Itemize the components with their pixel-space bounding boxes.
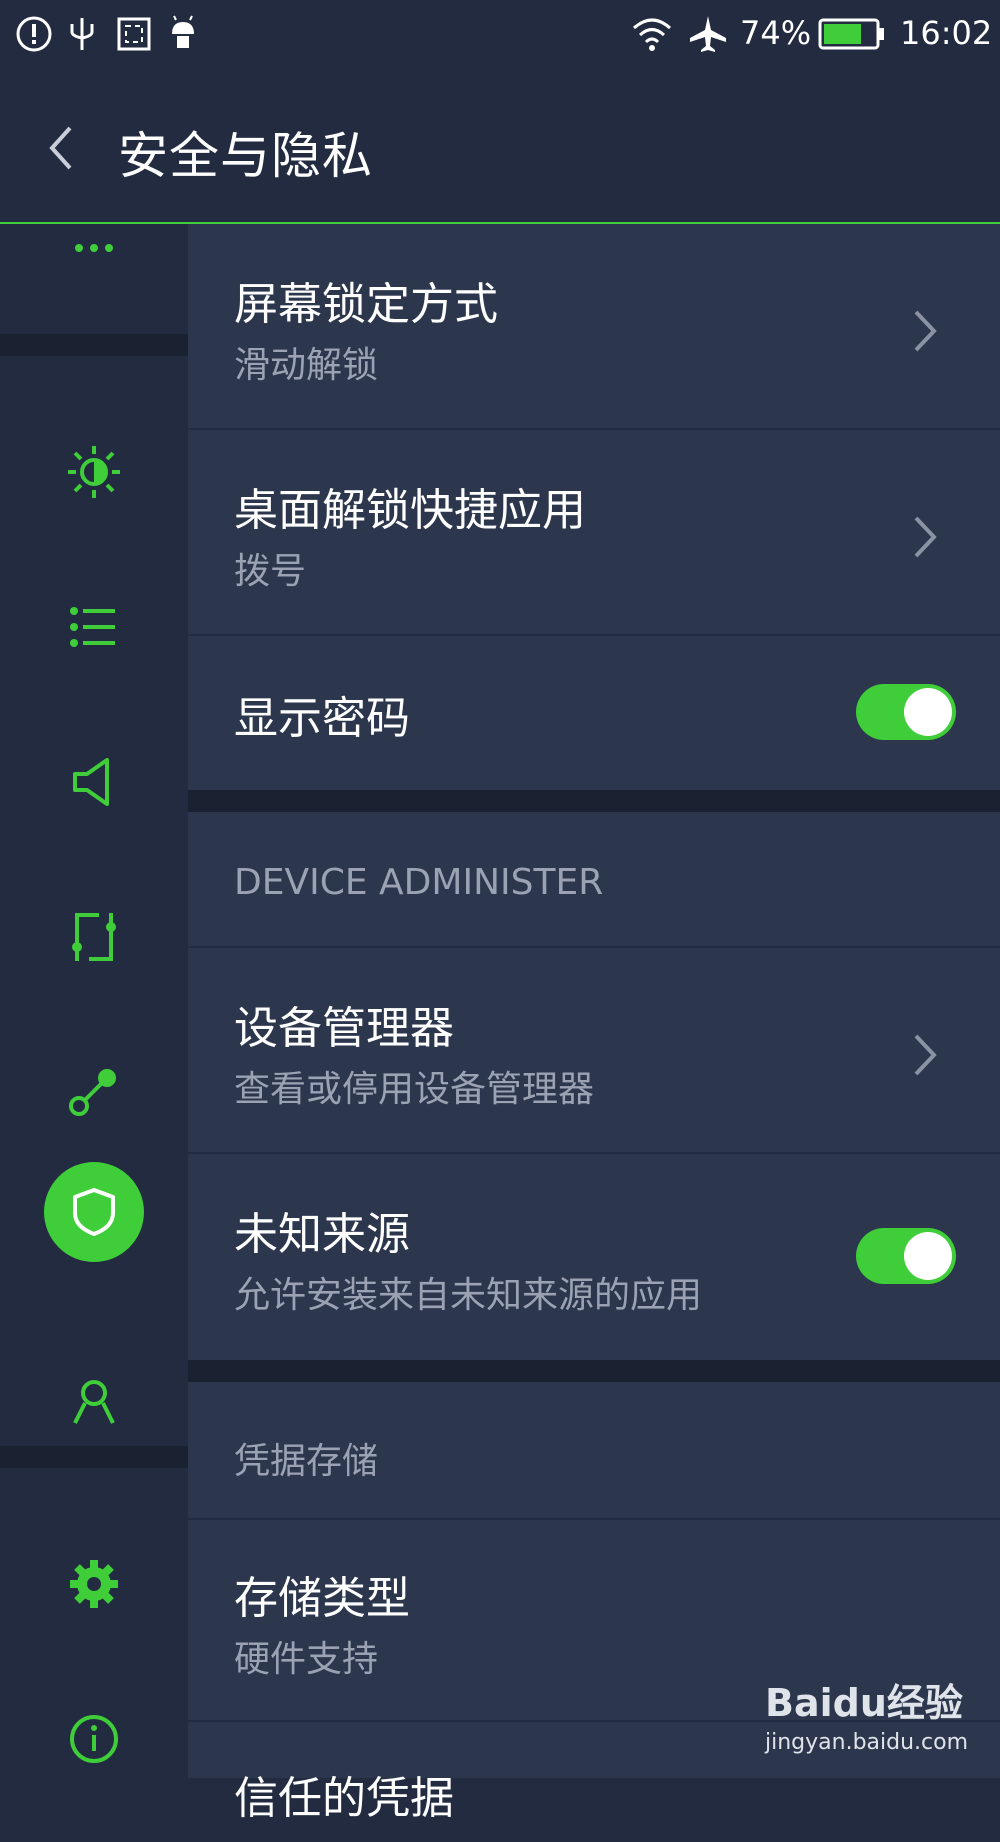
row-value: 拨号 [234, 551, 307, 592]
unknown-sources-toggle[interactable] [856, 1228, 956, 1284]
sidebar-divider [0, 334, 188, 356]
row-title: 显示密码 [234, 693, 410, 744]
settings-list: 屏幕锁定方式 滑动解锁 桌面解锁快捷应用 拨号 显示密码 DEVICE ADMI… [188, 224, 1000, 1824]
section-gap [188, 790, 1000, 812]
row-value: 滑动解锁 [234, 345, 379, 386]
clock: 16:02 [900, 14, 993, 52]
sidebar-item-about[interactable] [54, 1699, 134, 1779]
row-title: 存储类型 [234, 1573, 410, 1624]
sidebar-item-account[interactable] [54, 1362, 134, 1442]
android-debug-icon [172, 15, 194, 48]
baidu-jingyan-watermark: Baidu经验 jingyan.baidu.com [765, 1672, 969, 1762]
row-title: 信任的凭据 [234, 1773, 454, 1824]
sidebar-item-settings[interactable] [54, 1544, 134, 1624]
desktop-unlock-app-row[interactable]: 桌面解锁快捷应用 拨号 [188, 430, 1000, 636]
toggle-knob [904, 688, 952, 736]
row-title: 设备管理器 [234, 1003, 454, 1054]
sidebar-item-notifications[interactable] [54, 587, 134, 667]
usb-icon [70, 18, 94, 50]
chevron-right-icon [914, 1034, 937, 1076]
sidebar-item-sound[interactable] [54, 742, 134, 822]
wifi-icon [633, 18, 671, 51]
notification-list-icon [70, 607, 115, 647]
account-icon [73, 1380, 115, 1424]
back-arrow-icon[interactable] [40, 122, 84, 174]
row-title: 桌面解锁快捷应用 [234, 485, 586, 536]
shield-icon [73, 1188, 115, 1236]
device-manager-row[interactable]: 设备管理器 查看或停用设备管理器 [188, 948, 1000, 1154]
row-value: 硬件支持 [234, 1639, 379, 1680]
row-value: 查看或停用设备管理器 [234, 1069, 595, 1110]
section-gap [188, 1360, 1000, 1382]
screen-lock-row[interactable]: 屏幕锁定方式 滑动解锁 [188, 224, 1000, 430]
watermark-url: jingyan.baidu.com [765, 1730, 969, 1755]
sidebar-item-connection[interactable] [54, 1052, 134, 1132]
row-title: 未知来源 [234, 1209, 410, 1260]
gesture-icon [72, 911, 116, 963]
unknown-sources-row[interactable]: 未知来源 允许安装来自未知来源的应用 [188, 1154, 1000, 1360]
section-title: 凭据存储 [234, 1441, 379, 1482]
alert-icon [16, 16, 52, 52]
sidebar-item-gesture[interactable] [54, 897, 134, 977]
chevron-right-icon [914, 310, 937, 352]
show-password-row[interactable]: 显示密码 [188, 636, 1000, 790]
settings-gear-icon [70, 1560, 118, 1608]
toggle-knob [904, 1232, 952, 1280]
page-title: 安全与隐私 [118, 127, 373, 185]
connection-icon [69, 1069, 116, 1116]
show-password-toggle[interactable] [856, 684, 956, 740]
more-icon [75, 244, 113, 252]
sidebar-item-more[interactable] [54, 208, 134, 288]
top-app-bar: 安全与隐私 [0, 72, 1000, 224]
row-value: 允许安装来自未知来源的应用 [234, 1275, 703, 1316]
airplane-icon [690, 16, 726, 52]
sidebar-item-security[interactable] [44, 1162, 144, 1262]
row-title: 屏幕锁定方式 [234, 279, 498, 330]
battery-icon [818, 18, 884, 50]
display-brightness-icon [68, 446, 120, 498]
sidebar-item-display[interactable] [54, 432, 134, 512]
watermark-brand: Baidu经验 [765, 1681, 963, 1725]
section-header-credentials: 凭据存储 [188, 1382, 1000, 1520]
screenshot-icon [117, 17, 151, 51]
battery-percent: 74% [740, 14, 812, 52]
status-bar: 74% 16:02 [0, 0, 1000, 72]
sound-icon [73, 758, 109, 806]
sidebar-divider [0, 1446, 188, 1468]
chevron-right-icon [914, 516, 937, 558]
section-header-device-admin: DEVICE ADMINISTER [188, 812, 1000, 948]
settings-category-sidebar [0, 224, 188, 1778]
info-icon [70, 1715, 118, 1763]
section-title: DEVICE ADMINISTER [234, 862, 604, 903]
